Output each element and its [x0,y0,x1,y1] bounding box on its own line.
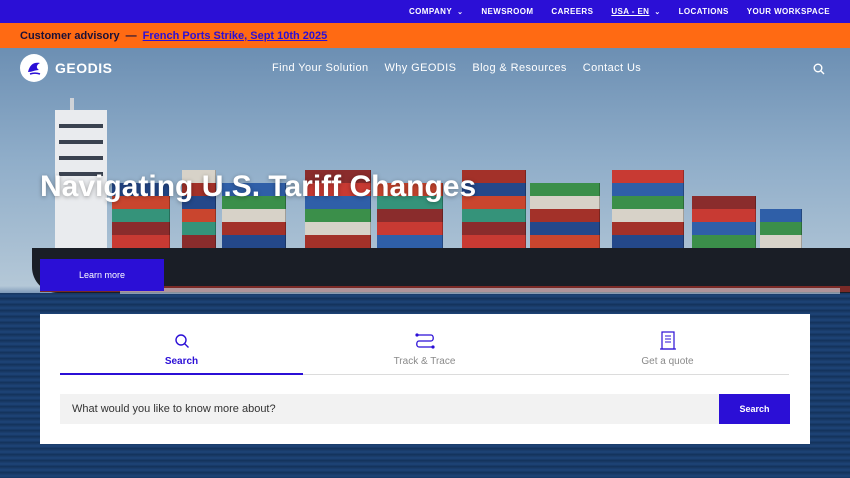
chevron-down-icon: ⌄ [457,8,464,16]
search-button[interactable]: Search [719,394,790,424]
utility-workspace[interactable]: YOUR WORKSPACE [747,7,830,16]
cargo-container [377,222,443,235]
search-icon [174,330,190,352]
cargo-container [182,209,216,222]
logo-mark-icon [20,54,48,82]
utility-careers[interactable]: CAREERS [551,7,593,16]
cargo-container [462,209,526,222]
cargo-container [760,222,802,235]
cargo-container [305,209,371,222]
utility-newsroom-label: NEWSROOM [481,7,534,16]
cargo-container [305,222,371,235]
ship-wake [120,288,840,294]
cargo-container [612,209,684,222]
tab-search[interactable]: Search [60,330,303,375]
cargo-container [612,170,684,183]
cargo-container [222,235,286,248]
learn-more-button[interactable]: Learn more [40,259,164,291]
cargo-container [692,222,756,235]
tab-get-a-quote-label: Get a quote [641,356,694,367]
cargo-container [530,235,600,248]
cargo-container [112,222,170,235]
utility-workspace-label: YOUR WORKSPACE [746,7,830,16]
cargo-container [692,235,756,248]
cargo-container [612,196,684,209]
cargo-container [530,196,600,209]
utility-bar: COMPANY ⌄ NEWSROOM CAREERS USA - EN ⌄ LO… [0,0,850,23]
cargo-container [612,222,684,235]
menu-blog-resources[interactable]: Blog & Resources [472,62,566,74]
advisory-link[interactable]: French Ports Strike, Sept 10th 2025 [143,30,328,42]
bridge-window [59,156,103,160]
cargo-container [305,235,371,248]
utility-locations-label: LOCATIONS [678,7,729,16]
menu-contact-us[interactable]: Contact Us [583,62,641,74]
search-icon[interactable] [813,62,825,80]
bridge-window [59,124,103,128]
cargo-container [462,222,526,235]
cargo-container [692,196,756,209]
utility-company-label: COMPANY [408,7,453,16]
utility-newsroom[interactable]: NEWSROOM [481,7,533,16]
menu-why-geodis[interactable]: Why GEODIS [385,62,457,74]
cargo-container [222,209,286,222]
utility-company[interactable]: COMPANY ⌄ [409,7,463,16]
document-icon [659,330,677,352]
cargo-container [182,222,216,235]
tab-get-a-quote[interactable]: Get a quote [546,330,789,375]
search-input[interactable] [60,394,719,424]
customer-advisory-bar: Customer advisory — French Ports Strike,… [0,23,850,48]
cargo-container [112,209,170,222]
tab-track-trace-label: Track & Trace [393,356,456,367]
cargo-container [760,209,802,222]
search-row: Search [60,394,790,424]
cargo-container [222,222,286,235]
utility-language-label: USA - EN [611,7,650,16]
cargo-container [612,183,684,196]
cargo-container [462,235,526,248]
menu-find-your-solution[interactable]: Find Your Solution [272,62,369,74]
tab-search-label: Search [164,356,199,367]
utility-language-selector[interactable]: USA - EN ⌄ [611,7,660,16]
cargo-container [530,209,600,222]
geodis-logo[interactable]: GEODIS [20,54,112,82]
chevron-down-icon: ⌄ [654,8,661,16]
cargo-container [530,222,600,235]
main-menu: Find Your Solution Why GEODIS Blog & Res… [272,62,641,74]
bridge-window [59,140,103,144]
main-header: GEODIS Find Your Solution Why GEODIS Blo… [0,48,850,88]
logo-text: GEODIS [55,60,113,76]
advisory-label: Customer advisory [20,29,120,42]
search-tabs: Search Track & Trace Get a quote [60,330,790,390]
advisory-dash: — [125,29,137,42]
search-card: Search Track & Trace Get a quote What wo… [40,314,810,444]
cargo-container [112,235,170,248]
utility-careers-label: CAREERS [551,7,594,16]
cargo-container [377,209,443,222]
cargo-container [182,235,216,248]
hero-headline: Navigating U.S. Tariff Changes [40,170,477,203]
cargo-container [377,235,443,248]
tab-track-trace[interactable]: Track & Trace [303,330,546,375]
cargo-container [530,183,600,196]
cargo-container [612,235,684,248]
cargo-container [760,235,802,248]
utility-locations[interactable]: LOCATIONS [679,7,729,16]
cargo-container [692,209,756,222]
route-icon [414,330,436,352]
